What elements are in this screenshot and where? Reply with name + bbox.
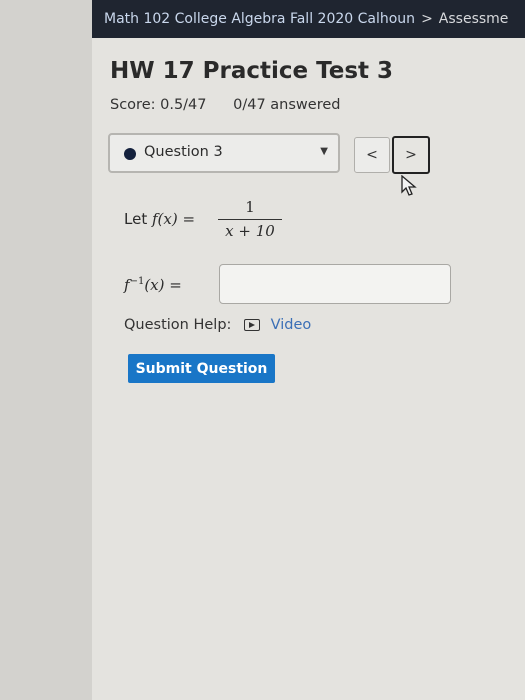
fraction-numerator: 1	[245, 198, 255, 216]
fraction-bar	[218, 219, 282, 220]
equals-sign: =	[182, 210, 196, 228]
submit-question-button[interactable]: Submit Question	[128, 354, 275, 383]
answer-equals-sign: =	[169, 276, 182, 294]
question-help-label: Question Help:	[124, 317, 232, 333]
function-definition-lhs: f(x)	[151, 210, 178, 228]
left-margin	[0, 0, 92, 700]
inverse-exponent: −1	[129, 276, 145, 287]
answered-count: 0/47 answered	[233, 97, 341, 113]
breadcrumb-course-link[interactable]: Math 102 College Algebra Fall 2020 Calho…	[104, 11, 415, 27]
answer-input[interactable]	[219, 264, 451, 304]
breadcrumb-separator: >	[421, 11, 433, 27]
question-prefix: Let	[124, 210, 148, 228]
question-select-value: Question 3	[144, 144, 223, 160]
previous-question-button[interactable]: <	[354, 137, 390, 173]
breadcrumb-section[interactable]: Assessme	[439, 11, 509, 27]
question-status-dot-icon	[124, 148, 136, 160]
score-text: Score: 0.5/47	[110, 97, 207, 113]
video-help-link[interactable]: Video	[271, 317, 312, 333]
mouse-pointer-icon	[401, 175, 417, 196]
next-question-button[interactable]: >	[392, 136, 430, 174]
assessment-page: HW 17 Practice Test 3 Score: 0.5/47 0/47…	[92, 38, 525, 700]
video-play-icon[interactable]	[244, 319, 261, 331]
page-title: HW 17 Practice Test 3	[110, 58, 394, 84]
fraction: 1 x + 10	[218, 198, 282, 240]
inverse-function-arg: (x)	[144, 276, 165, 294]
dropdown-caret-icon: ▼	[320, 146, 328, 157]
fraction-denominator: x + 10	[225, 222, 275, 240]
question-help: Question Help: Video	[124, 317, 311, 333]
question-select[interactable]: Question 3 ▼	[108, 133, 340, 173]
score-line: Score: 0.5/47 0/47 answered	[110, 97, 340, 113]
breadcrumb: Math 102 College Algebra Fall 2020 Calho…	[92, 0, 525, 38]
